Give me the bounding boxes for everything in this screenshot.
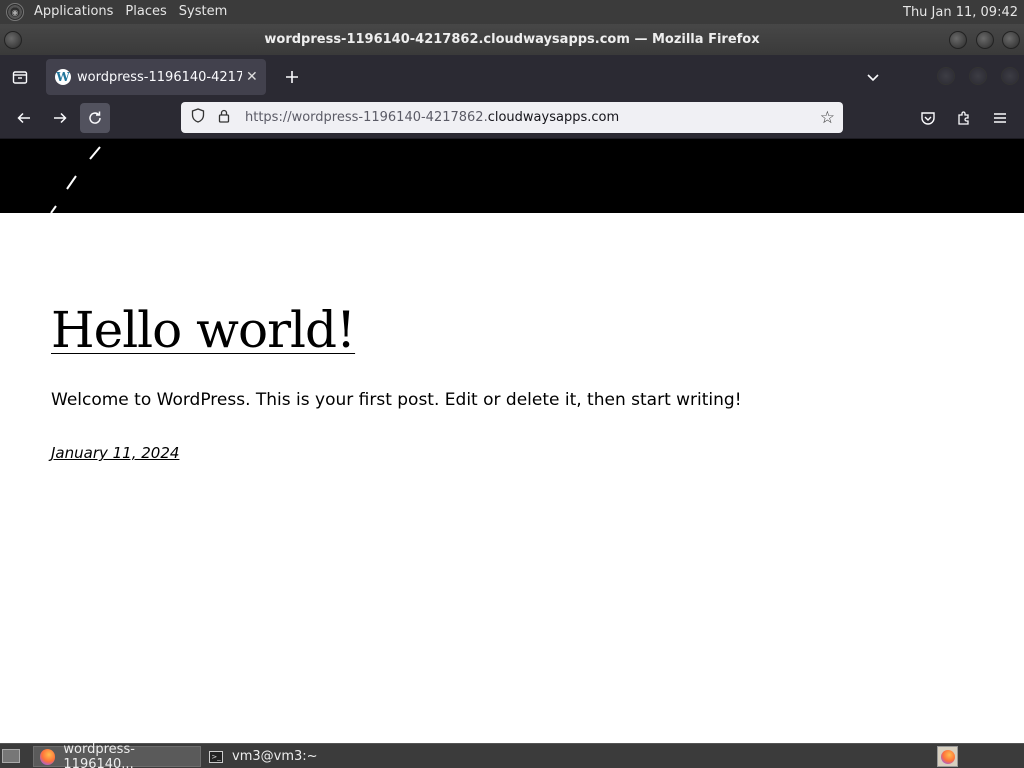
bottom-taskbar: wordpress-1196140... >_ vm3@vm3:~ bbox=[0, 742, 1024, 768]
tracking-shield-icon[interactable] bbox=[185, 108, 211, 127]
wordpress-favicon-icon: W bbox=[55, 69, 71, 85]
back-arrow-icon[interactable] bbox=[9, 103, 39, 133]
extensions-icon[interactable] bbox=[949, 103, 979, 133]
forward-arrow-icon[interactable] bbox=[45, 103, 75, 133]
firefox-icon bbox=[40, 748, 56, 765]
tab-strip: W wordpress-1196140-4217862.cloudwaysapp… bbox=[0, 55, 1024, 98]
taskbar-item-label: vm3@vm3:~ bbox=[232, 749, 318, 764]
ghost-maximize-icon bbox=[969, 67, 987, 85]
maximize-button[interactable] bbox=[976, 31, 994, 49]
tab-title: wordpress-1196140-4217862.cloudwaysapps.… bbox=[77, 69, 242, 85]
ghost-close-icon bbox=[1001, 67, 1019, 85]
hamburger-menu-icon[interactable] bbox=[985, 103, 1015, 133]
firefox-view-icon[interactable] bbox=[4, 61, 36, 93]
post-excerpt: Welcome to WordPress. This is your first… bbox=[51, 390, 742, 410]
terminal-icon: >_ bbox=[209, 750, 223, 763]
navigation-toolbar: https://wordpress-1196140-4217862.cloudw… bbox=[0, 98, 1024, 139]
reload-icon[interactable] bbox=[80, 103, 110, 133]
web-page: Hello world! Welcome to WordPress. This … bbox=[0, 139, 1024, 743]
distro-logo-icon[interactable]: ◉ bbox=[6, 3, 24, 21]
system-menu[interactable]: System bbox=[173, 0, 233, 24]
tab-wordpress[interactable]: W wordpress-1196140-4217862.cloudwaysapp… bbox=[46, 59, 266, 95]
clock[interactable]: Thu Jan 11, 09:42 bbox=[903, 5, 1024, 20]
workspace-switcher[interactable] bbox=[937, 746, 958, 767]
post-date-link[interactable]: January 11, 2024 bbox=[51, 444, 179, 462]
url-prefix: https://wordpress-1196140-4217862. bbox=[245, 110, 488, 125]
taskbar-item-label: wordpress-1196140... bbox=[63, 741, 135, 768]
window-titlebar[interactable]: wordpress-1196140-4217862.cloudwaysapps.… bbox=[0, 24, 1024, 55]
close-window-button[interactable] bbox=[1002, 31, 1020, 49]
top-panel: ◉ Applications Places System Thu Jan 11,… bbox=[0, 0, 1024, 24]
taskbar-item-firefox[interactable]: wordpress-1196140... bbox=[33, 742, 201, 768]
url-host: cloudwaysapps.com bbox=[487, 110, 620, 125]
list-all-tabs-icon[interactable] bbox=[857, 61, 889, 93]
firefox-tray-icon bbox=[940, 749, 955, 764]
new-tab-icon[interactable] bbox=[276, 61, 308, 93]
show-desktop-icon[interactable] bbox=[2, 749, 20, 763]
url-text[interactable]: https://wordpress-1196140-4217862.cloudw… bbox=[245, 110, 619, 125]
applications-menu[interactable]: Applications bbox=[28, 0, 119, 24]
post-title-link[interactable]: Hello world! bbox=[51, 301, 356, 359]
window-menu-icon[interactable] bbox=[4, 31, 22, 49]
places-menu[interactable]: Places bbox=[119, 0, 172, 24]
minimize-button[interactable] bbox=[949, 31, 967, 49]
taskbar-item-terminal[interactable]: >_ vm3@vm3:~ bbox=[203, 746, 363, 767]
url-bar[interactable]: https://wordpress-1196140-4217862.cloudw… bbox=[181, 102, 843, 133]
header-decoration-icon bbox=[50, 146, 101, 214]
lock-icon[interactable] bbox=[211, 109, 237, 127]
pocket-icon[interactable] bbox=[913, 103, 943, 133]
ghost-minimize-icon bbox=[937, 67, 955, 85]
window-title: wordpress-1196140-4217862.cloudwaysapps.… bbox=[264, 32, 760, 47]
bookmark-star-icon[interactable]: ☆ bbox=[820, 108, 835, 128]
site-header-band bbox=[0, 139, 1024, 214]
tab-close-icon[interactable]: ✕ bbox=[246, 69, 258, 85]
